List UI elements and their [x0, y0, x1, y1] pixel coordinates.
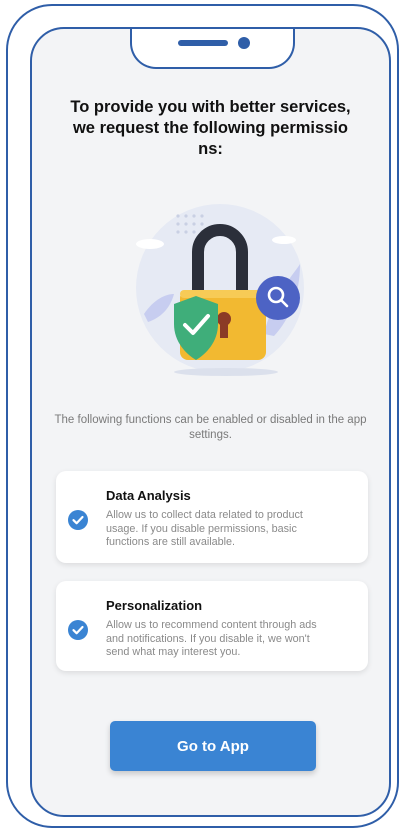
keyhole-slot [220, 322, 228, 338]
title-line: To provide you with better services, [70, 98, 351, 116]
description-line: and notifications. If you disable it, we… [106, 632, 310, 645]
page-title: To provide you with better services, we … [42, 97, 379, 160]
phone-screen: To provide you with better services, we … [30, 27, 391, 817]
title-line: we request the following permissio [72, 119, 349, 137]
shadow [174, 368, 278, 376]
check-circle-icon[interactable] [68, 510, 88, 530]
permission-card-personalization[interactable]: Personalization Allow us to recommend co… [56, 581, 368, 671]
phone-frame: To provide you with better services, we … [6, 4, 399, 828]
permission-title: Data Analysis [106, 488, 191, 503]
check-circle-icon[interactable] [68, 620, 88, 640]
cloud [136, 239, 164, 249]
settings-hint: The following functions can be enabled o… [54, 414, 367, 441]
speaker-slot [178, 40, 228, 46]
title-line: ns: [198, 140, 223, 158]
magnifier-icon [256, 276, 300, 320]
lock-body-highlight [180, 290, 266, 298]
go-to-app-button[interactable]: Go to App [110, 721, 316, 771]
description-line: usage. If you disable permissions, basic [106, 522, 297, 535]
permission-title: Personalization [106, 598, 203, 613]
description-line: Allow us to collect data related to prod… [106, 509, 303, 521]
padlock-illustration [136, 204, 304, 376]
permission-card-data-analysis[interactable]: Data Analysis Allow us to collect data r… [56, 471, 368, 563]
description-line: send what may interest you. [106, 646, 241, 658]
phone-notch [130, 29, 295, 69]
permission-description: Allow us to collect data related to prod… [106, 509, 356, 550]
camera-dot [238, 37, 250, 49]
description-line: functions are still available. [106, 536, 236, 548]
description-line: Allow us to recommend content through ad… [106, 619, 317, 631]
permission-description: Allow us to recommend content through ad… [106, 619, 356, 660]
cloud [272, 236, 296, 244]
